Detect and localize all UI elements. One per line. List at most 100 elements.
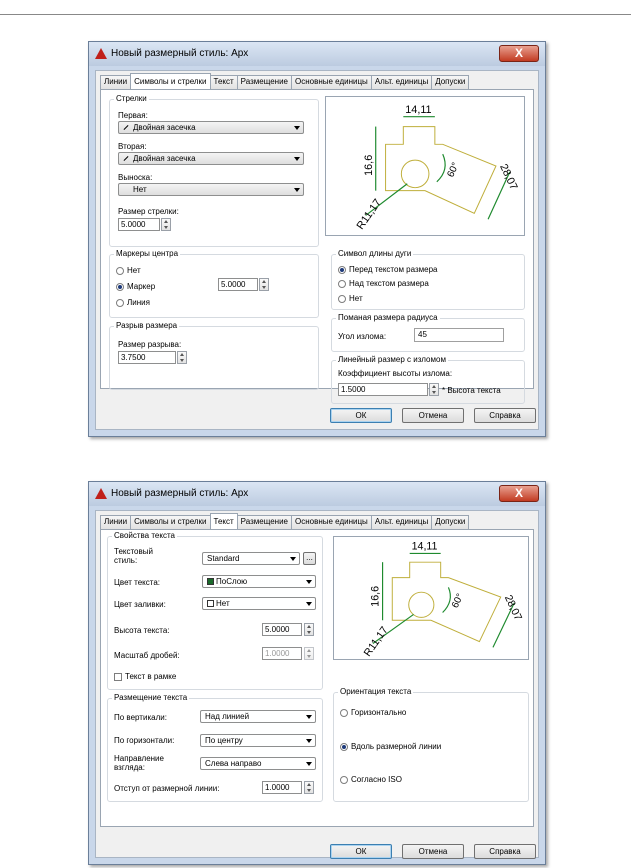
- tab-lines[interactable]: Линии: [100, 515, 132, 529]
- group-label: Стрелки: [114, 94, 149, 103]
- autocad-app-icon: [95, 48, 107, 59]
- center-size-spinner[interactable]: [259, 278, 269, 291]
- break-size-spinner[interactable]: [177, 351, 187, 364]
- arc-before-radio[interactable]: [338, 266, 346, 274]
- tab-alt-units[interactable]: Альт. единицы: [370, 515, 433, 529]
- break-size-input[interactable]: 3.7500: [118, 351, 176, 364]
- cancel-button[interactable]: Отмена: [402, 844, 464, 859]
- fraction-scale-spinner[interactable]: [304, 647, 314, 660]
- tab-text[interactable]: Текст: [209, 513, 238, 529]
- close-button[interactable]: X: [499, 45, 539, 62]
- horizontal-select[interactable]: По центру: [200, 734, 316, 747]
- jog-height-spinner[interactable]: [429, 383, 439, 396]
- chevron-down-icon: [294, 188, 300, 192]
- title-bar[interactable]: Новый размерный стиль: Арх X: [89, 42, 545, 66]
- text-height-input[interactable]: 5.0000: [262, 623, 302, 636]
- align-iso-radio[interactable]: [340, 776, 348, 784]
- group-radius-jog: Поманая размера радиуса Угол излома: 45: [331, 313, 525, 352]
- jog-angle-input[interactable]: 45: [414, 328, 504, 342]
- center-line-label: Линия: [127, 298, 150, 307]
- arrow-size-input[interactable]: 5.0000: [118, 218, 160, 231]
- group-label: Размещение текста: [112, 693, 190, 702]
- align-horizontal-radio[interactable]: [340, 709, 348, 717]
- first-arrow-select[interactable]: Двойная засечка: [118, 121, 304, 134]
- ok-button[interactable]: ОК: [330, 408, 392, 423]
- vertical-select[interactable]: Над линией: [200, 710, 316, 723]
- center-mark-radio[interactable]: [116, 283, 124, 291]
- text-height-spinner[interactable]: [304, 623, 314, 636]
- tab-alt-units[interactable]: Альт. единицы: [370, 75, 433, 89]
- color-swatch-icon: [207, 578, 214, 585]
- group-text-appearance: Свойства текста Текстовый стиль: Standar…: [107, 531, 323, 690]
- text-frame-checkbox[interactable]: [114, 673, 122, 681]
- center-mark-label: Маркер: [127, 282, 156, 291]
- tab-symbols-arrows[interactable]: Символы и стрелки: [130, 515, 211, 529]
- second-arrow-select[interactable]: Двойная засечка: [118, 152, 304, 165]
- preview-dim-left: 16,6: [363, 155, 375, 176]
- chevron-down-icon: [306, 715, 312, 719]
- text-style-browse-button[interactable]: ...: [303, 552, 316, 565]
- dimension-preview-drawing: 14,11 16,6 28,07 60° R11,17: [362, 541, 524, 659]
- preview-dim-top: 14,11: [405, 104, 431, 116]
- ok-button[interactable]: ОК: [330, 844, 392, 859]
- preview-dim-top: 14,11: [412, 541, 438, 553]
- cancel-button[interactable]: Отмена: [402, 408, 464, 423]
- view-direction-select[interactable]: Слева направо: [200, 757, 316, 770]
- group-text-alignment: Ориентация текста Горизонтально Вдоль ра…: [333, 687, 529, 802]
- center-line-radio[interactable]: [116, 299, 124, 307]
- fraction-scale-input[interactable]: 1.0000: [262, 647, 302, 660]
- preview-dim-radius: R11,17: [362, 624, 391, 658]
- help-button[interactable]: Справка: [474, 844, 536, 859]
- help-button[interactable]: Справка: [474, 408, 536, 423]
- preview-dim-angle: 60°: [445, 161, 461, 179]
- tab-text[interactable]: Текст: [209, 75, 238, 89]
- group-text-placement: Размещение текста По вертикали: Над лини…: [107, 693, 323, 802]
- group-linear-jog: Линейный размер с изломом Коэффициент вы…: [331, 355, 525, 404]
- dimension-lines: [365, 116, 511, 220]
- align-dimline-radio[interactable]: [340, 743, 348, 751]
- center-size-input[interactable]: 5.0000: [218, 278, 258, 291]
- group-arc-length-symbol: Символ длины дуги Перед текстом размера …: [331, 249, 525, 310]
- tab-tolerances[interactable]: Допуски: [431, 515, 470, 529]
- arrow-symbol-icon: [123, 125, 129, 130]
- jog-height-input[interactable]: 1.5000: [338, 383, 428, 396]
- preview-dim-angle: 60°: [450, 592, 466, 610]
- group-label: Символ длины дуги: [336, 249, 414, 258]
- arc-none-radio[interactable]: [338, 295, 346, 303]
- text-color-select[interactable]: ПоСлою: [202, 575, 316, 588]
- center-none-radio[interactable]: [116, 267, 124, 275]
- offset-spinner[interactable]: [304, 781, 314, 794]
- arc-above-radio[interactable]: [338, 280, 346, 288]
- tab-fit[interactable]: Размещение: [236, 515, 292, 529]
- tab-tolerances[interactable]: Допуски: [431, 75, 470, 89]
- preview-pane: 14,11 16,6 28,07 60° R11,17: [325, 96, 525, 236]
- tab-fit[interactable]: Размещение: [236, 75, 292, 89]
- offset-input[interactable]: 1.0000: [262, 781, 302, 794]
- preview-dim-left: 16,6: [370, 586, 382, 607]
- tab-primary-units[interactable]: Основные единицы: [291, 515, 372, 529]
- arrow-size-spinner[interactable]: [161, 218, 171, 231]
- close-button[interactable]: X: [499, 485, 539, 502]
- fill-color-select[interactable]: Нет: [202, 597, 316, 610]
- leader-label: Выноска:: [118, 173, 153, 182]
- text-style-select[interactable]: Standard: [202, 552, 300, 565]
- tab-primary-units[interactable]: Основные единицы: [291, 75, 372, 89]
- group-label: Маркеры центра: [114, 249, 181, 258]
- group-label: Разрыв размера: [114, 321, 180, 330]
- text-style-label-2: стиль:: [114, 556, 138, 565]
- chevron-down-icon: [306, 739, 312, 743]
- group-arrowheads: Стрелки Первая: Двойная засечка Вторая: …: [109, 94, 319, 247]
- part-geometry: [391, 561, 502, 643]
- arc-none-label: Нет: [349, 294, 363, 303]
- tab-lines[interactable]: Линии: [100, 75, 132, 89]
- autocad-app-icon: [95, 488, 107, 499]
- title-bar[interactable]: Новый размерный стиль: Арх X: [89, 482, 545, 506]
- group-dim-break: Разрыв размера Размер разрыва: 3.7500: [109, 321, 319, 390]
- tab-symbols-arrows[interactable]: Символы и стрелки: [130, 73, 211, 89]
- leader-select[interactable]: Нет: [118, 183, 304, 196]
- fill-color-label: Цвет заливки:: [114, 600, 166, 609]
- offset-label: Отступ от размерной линии:: [114, 784, 220, 793]
- chevron-down-icon: [294, 126, 300, 130]
- preview-dim-radius: R11,17: [355, 197, 384, 232]
- dimension-preview-drawing: 14,11 16,6 28,07 60° R11,17: [355, 104, 520, 232]
